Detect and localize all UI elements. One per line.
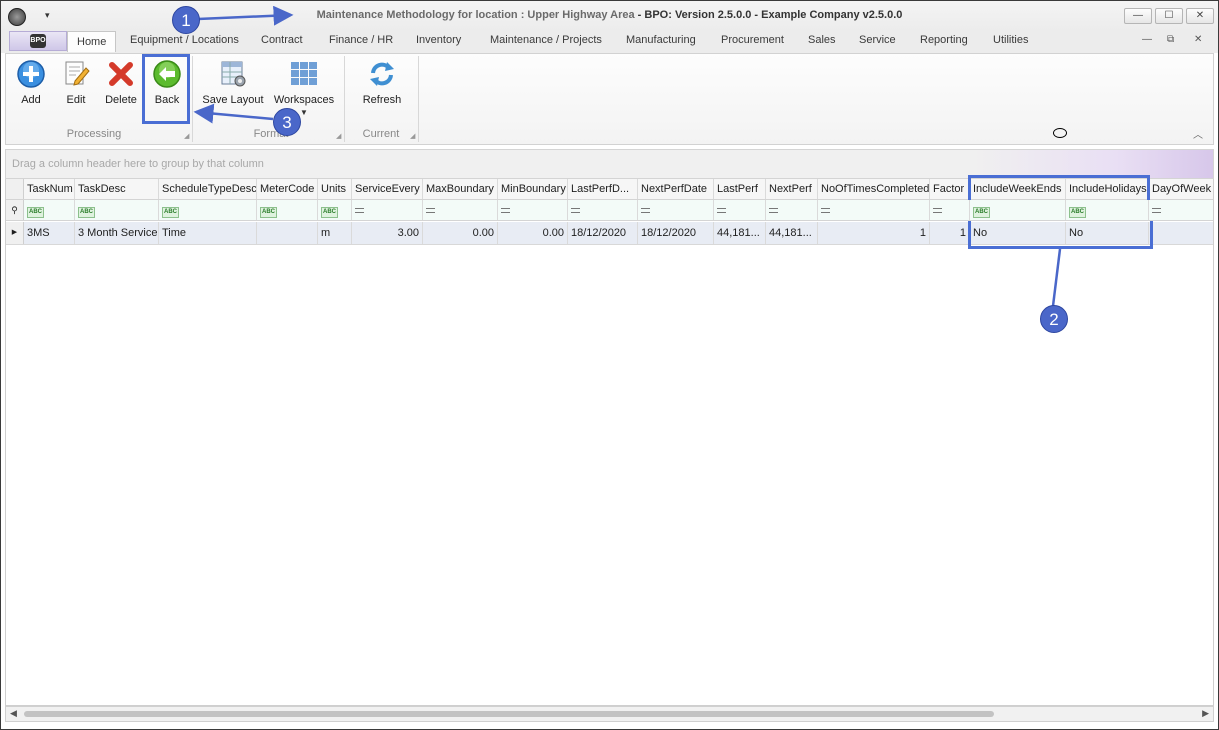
callout-1: 1 <box>172 6 200 34</box>
highlight-include-values <box>968 221 1153 249</box>
callout-2: 2 <box>1040 305 1068 333</box>
annotation-arrow-1 <box>197 5 294 26</box>
annotation-line-2 <box>1051 248 1062 307</box>
app-window: ▾ Maintenance Methodology for location :… <box>0 0 1219 730</box>
highlight-include-headers <box>968 175 1150 200</box>
callout-3: 3 <box>273 108 301 136</box>
highlight-back-button <box>142 54 190 124</box>
annotation-arrow-3 <box>193 103 274 124</box>
